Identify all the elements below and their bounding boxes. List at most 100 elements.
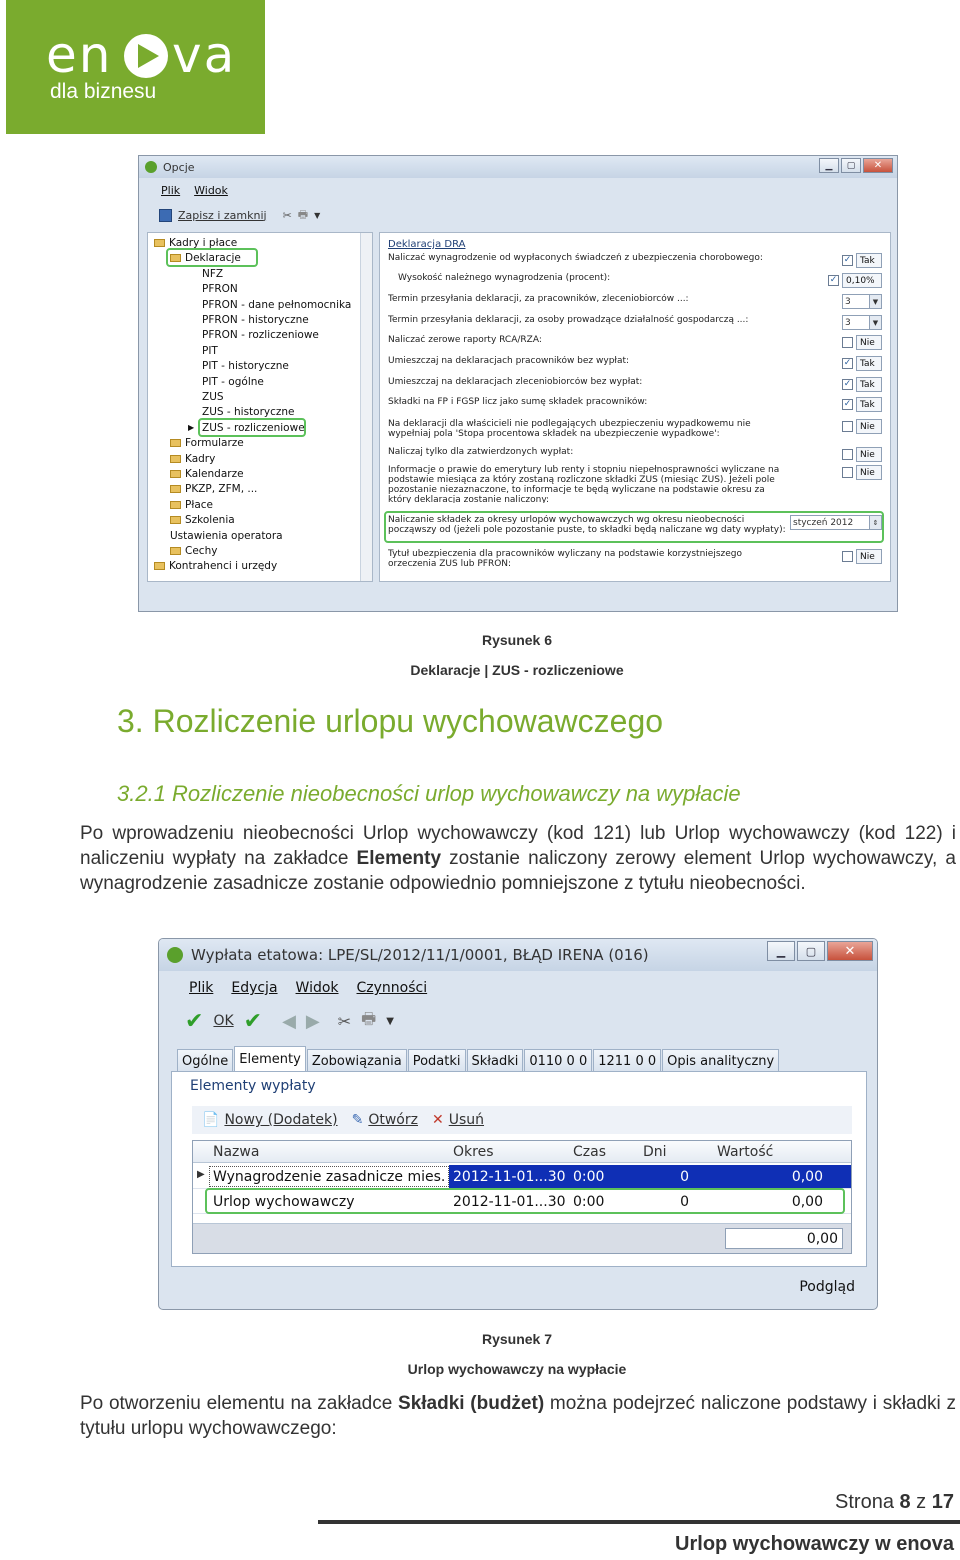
tab[interactable]: Opis analityczny bbox=[662, 1049, 780, 1072]
tree-item[interactable]: PFRON - historyczne bbox=[202, 313, 309, 327]
chevron-down-icon[interactable]: ▼ bbox=[386, 1016, 394, 1027]
checkbox[interactable] bbox=[842, 421, 853, 432]
column-header[interactable]: Nazwa bbox=[213, 1143, 259, 1161]
setting-control[interactable]: ✓ Tak bbox=[842, 377, 882, 392]
tree-item[interactable]: Kontrahenci i urzędy bbox=[154, 559, 277, 573]
chevron-down-icon: ▼ bbox=[869, 295, 881, 308]
caption-7-label: Rysunek 7 bbox=[481, 1331, 553, 1347]
tree-item[interactable]: PIT - historyczne bbox=[202, 359, 289, 373]
tab[interactable]: Elementy bbox=[234, 1046, 306, 1072]
tree-item[interactable]: PIT - ogólne bbox=[202, 375, 264, 389]
maximize-button[interactable]: ▢ bbox=[841, 158, 861, 173]
print-icon[interactable]: 🖶 bbox=[361, 1008, 376, 1035]
minimize-button[interactable]: ▁ bbox=[767, 941, 795, 961]
print-icon[interactable]: 🖶 bbox=[298, 206, 308, 225]
menu-item[interactable]: Czynności bbox=[357, 980, 428, 996]
menu-item[interactable]: Widok bbox=[296, 980, 339, 996]
column-header[interactable]: Wartość bbox=[717, 1143, 773, 1161]
checkbox[interactable]: ✓ bbox=[842, 379, 853, 390]
tree-item[interactable]: Ustawienia operatora bbox=[170, 529, 283, 543]
close-button[interactable]: ✕ bbox=[827, 941, 873, 961]
section-title: Elementy wypłaty bbox=[190, 1078, 316, 1094]
tools-icon[interactable]: ✂ bbox=[283, 209, 292, 222]
tree-item[interactable]: PKZP, ZFM, ... bbox=[170, 482, 257, 496]
checkbox[interactable]: ✓ bbox=[842, 255, 853, 266]
action-button[interactable]: ✎ Otwórz bbox=[352, 1112, 418, 1128]
highlight-frame bbox=[198, 417, 306, 437]
checkbox[interactable]: ✓ bbox=[842, 399, 853, 410]
checkbox[interactable]: ✓ bbox=[842, 358, 853, 369]
maximize-button[interactable]: ▢ bbox=[797, 941, 825, 961]
column-header[interactable]: Dni bbox=[643, 1143, 667, 1161]
forward-icon[interactable]: ▶ bbox=[306, 1011, 320, 1032]
setting-control[interactable]: Nie bbox=[842, 465, 882, 480]
setting-control[interactable]: Nie bbox=[842, 549, 882, 564]
tab[interactable]: 0110 0 0 bbox=[524, 1049, 593, 1072]
setting-control[interactable]: Nie bbox=[842, 335, 882, 350]
tab[interactable]: Zobowiązania bbox=[306, 1049, 407, 1072]
tree-item[interactable]: Cechy bbox=[170, 544, 217, 558]
checkbox[interactable] bbox=[842, 449, 853, 460]
tab[interactable]: 1211 0 0 bbox=[593, 1049, 662, 1072]
menu-item[interactable]: Plik bbox=[161, 184, 180, 197]
tree-item[interactable]: PIT bbox=[202, 344, 218, 358]
tree-item[interactable]: Płace bbox=[170, 498, 213, 512]
tab[interactable]: Podatki bbox=[407, 1049, 466, 1072]
folder-icon bbox=[170, 470, 181, 478]
column-header[interactable]: Czas bbox=[573, 1143, 606, 1161]
para1-bold: Elementy bbox=[356, 848, 442, 869]
deadline-combo[interactable]: 3 ▼ bbox=[842, 294, 882, 309]
checkbox[interactable] bbox=[842, 467, 853, 478]
checkbox[interactable] bbox=[842, 551, 853, 562]
tree-item[interactable]: NFZ bbox=[202, 267, 223, 281]
tree-item-label: Płace bbox=[185, 498, 213, 511]
setting-control[interactable]: ✓ 0,10% bbox=[828, 273, 882, 288]
tree-scrollbar[interactable] bbox=[360, 233, 372, 581]
setting-control[interactable]: 3 ▼ bbox=[842, 315, 882, 330]
setting-control[interactable]: Nie bbox=[842, 447, 882, 462]
setting-control[interactable]: Nie bbox=[842, 419, 882, 434]
folder-icon bbox=[154, 239, 165, 247]
setting-control[interactable]: 3 ▼ bbox=[842, 294, 882, 309]
tree-item[interactable]: ZUS bbox=[202, 390, 224, 404]
tree-item[interactable]: PFRON - dane pełnomocnika bbox=[202, 298, 351, 312]
svg-text:en: en bbox=[46, 28, 112, 80]
menu-item[interactable]: Plik bbox=[189, 980, 213, 996]
tab[interactable]: Składki bbox=[466, 1049, 524, 1072]
tools-icon[interactable]: ✂ bbox=[338, 1012, 351, 1031]
tree-item-label: PIT - ogólne bbox=[202, 375, 264, 388]
menu-item[interactable]: Widok bbox=[194, 184, 228, 197]
section-heading: 3. Rozliczenie urlopu wychowawczego bbox=[117, 703, 664, 739]
tab[interactable]: Ogólne bbox=[177, 1049, 234, 1072]
back-icon[interactable]: ◀ bbox=[282, 1011, 296, 1032]
checkbox[interactable] bbox=[842, 337, 853, 348]
minimize-button[interactable]: ▁ bbox=[819, 158, 839, 173]
close-button[interactable]: ✕ bbox=[863, 158, 893, 173]
tree-item[interactable]: PFRON - rozliczeniowe bbox=[202, 328, 319, 342]
ok-button[interactable]: OK bbox=[213, 1013, 233, 1029]
payroll-window: Wypłata etatowa: LPE/SL/2012/11/1/0001, … bbox=[158, 938, 878, 1310]
tree-item[interactable]: Szkolenia bbox=[170, 513, 235, 527]
tree-item[interactable]: PFRON bbox=[202, 282, 238, 296]
ok-new-icon[interactable]: ✔ bbox=[244, 1009, 262, 1034]
chevron-down-icon[interactable]: ▼ bbox=[314, 211, 320, 220]
action-button[interactable]: 📄 Nowy (Dodatek) bbox=[202, 1112, 338, 1128]
deadline-combo[interactable]: 3 ▼ bbox=[842, 315, 882, 330]
menu-item[interactable]: Edycja bbox=[231, 980, 277, 996]
tree-item[interactable]: Kalendarze bbox=[170, 467, 244, 481]
checkbox[interactable]: ✓ bbox=[828, 275, 839, 286]
setting-control[interactable]: ✓ Tak bbox=[842, 356, 882, 371]
preview-button[interactable]: Podgląd bbox=[799, 1279, 855, 1295]
tree-item[interactable]: Kadry bbox=[170, 452, 215, 466]
column-header[interactable]: Okres bbox=[453, 1143, 493, 1161]
setting-label: Informacje o prawie do emerytury lub ren… bbox=[388, 465, 780, 503]
para2-bold: Składki (budżet) bbox=[398, 1393, 545, 1414]
percent-value[interactable]: 0,10% bbox=[842, 273, 882, 288]
action-button[interactable]: ✕ Usuń bbox=[432, 1112, 484, 1128]
tree-item[interactable]: Formularze bbox=[170, 436, 244, 450]
app-icon bbox=[167, 947, 183, 963]
setting-control[interactable]: ✓ Tak bbox=[842, 253, 882, 268]
save-close-button[interactable]: Zapisz i zamknij bbox=[178, 209, 267, 222]
setting-control[interactable]: ✓ Tak bbox=[842, 397, 882, 412]
table-row[interactable]: ▶ Wynagrodzenie zasadnicze mies. 2012-11-0… bbox=[193, 1165, 851, 1189]
